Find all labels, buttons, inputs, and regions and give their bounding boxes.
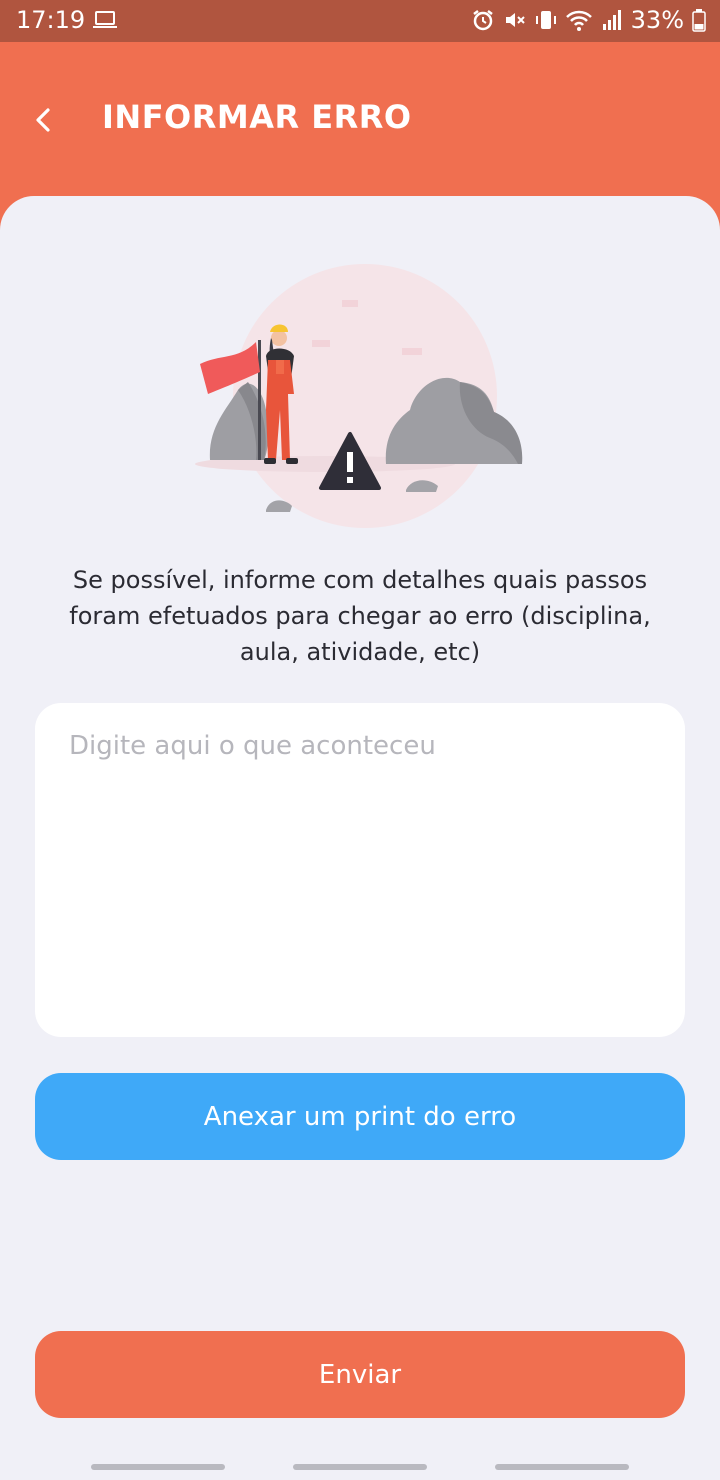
app-header: INFORMAR ERRO (0, 42, 720, 202)
nav-home-handle[interactable] (293, 1464, 427, 1470)
attach-screenshot-button[interactable]: Anexar um print do erro (35, 1073, 685, 1160)
mute-icon (503, 8, 527, 32)
alarm-icon (471, 8, 495, 32)
page-title: INFORMAR ERRO (102, 98, 412, 136)
send-button-label: Enviar (318, 1359, 402, 1390)
battery-icon (692, 8, 706, 32)
send-button[interactable]: Enviar (35, 1331, 685, 1418)
status-icons: 33% (471, 6, 706, 34)
error-description-input[interactable] (35, 703, 685, 1037)
back-button[interactable] (26, 100, 60, 140)
battery-percent: 33% (630, 6, 684, 34)
laptop-icon (92, 10, 118, 34)
status-bar: 17:19 33% (0, 0, 720, 42)
navigation-bar (0, 1456, 720, 1480)
attach-button-label: Anexar um print do erro (203, 1101, 517, 1132)
nav-back-handle[interactable] (495, 1464, 629, 1470)
error-illustration (190, 260, 530, 530)
status-time: 17:19 (16, 6, 86, 34)
vibrate-icon (535, 8, 557, 32)
instructions-text: Se possível, informe com detalhes quais … (69, 566, 651, 666)
wifi-icon (565, 8, 593, 32)
nav-recents-handle[interactable] (91, 1464, 225, 1470)
chevron-left-icon (26, 108, 60, 144)
signal-icon (601, 8, 623, 32)
